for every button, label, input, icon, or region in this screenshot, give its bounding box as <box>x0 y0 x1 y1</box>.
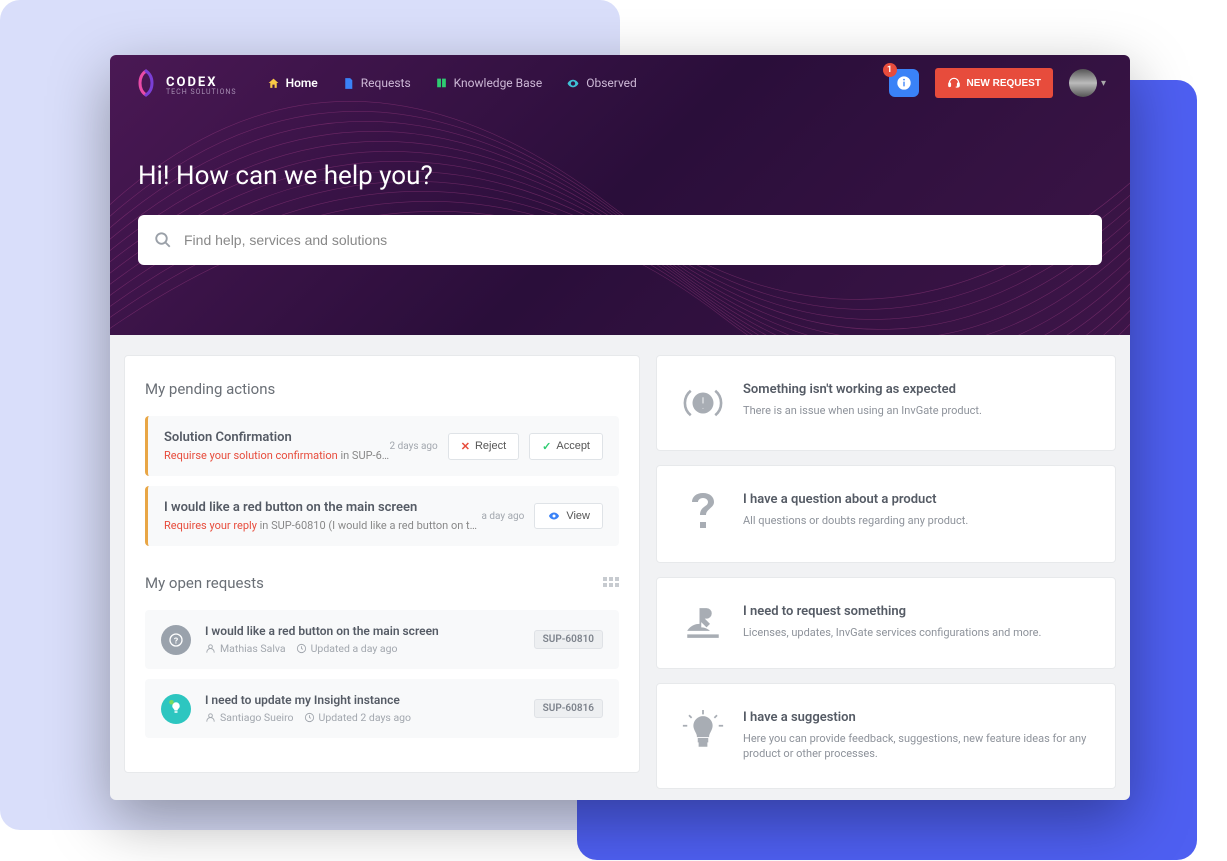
nav-kb-label: Knowledge Base <box>454 76 543 90</box>
home-icon <box>267 77 280 90</box>
action-subtitle: Requires your reply in SUP-60810 (I woul… <box>164 519 481 532</box>
app-window: CODEX TECH SOLUTIONS Home Requests Knowl… <box>110 55 1130 800</box>
request-icon <box>161 694 191 724</box>
right-column: Something isn't working as expected Ther… <box>656 355 1116 789</box>
open-requests-title: My open requests <box>145 574 619 592</box>
main-nav: Home Requests Knowledge Base Observed <box>267 76 637 90</box>
category-request[interactable]: I need to request something Licenses, up… <box>656 577 1116 669</box>
check-icon: ✓ <box>542 440 551 453</box>
left-column: My pending actions Solution Confirmation… <box>124 355 640 789</box>
nav-observed-label: Observed <box>586 76 637 90</box>
accept-label: Accept <box>556 440 590 452</box>
hero-title: Hi! How can we help you? <box>138 161 1102 191</box>
view-label: View <box>566 510 590 522</box>
my-actions-card: My pending actions Solution Confirmation… <box>124 355 640 773</box>
eye-icon <box>547 510 561 522</box>
action-title: I would like a red button on the main sc… <box>164 500 481 515</box>
hand-icon <box>681 604 725 642</box>
brand-logo[interactable]: CODEX TECH SOLUTIONS <box>134 69 237 97</box>
open-request-0[interactable]: ? I would like a red button on the main … <box>145 610 619 669</box>
user-icon <box>205 643 216 654</box>
nav-observed[interactable]: Observed <box>566 76 637 90</box>
category-desc: Licenses, updates, InvGate services conf… <box>743 625 1041 640</box>
user-icon <box>205 712 216 723</box>
info-icon <box>896 75 912 91</box>
nav-home[interactable]: Home <box>267 76 318 90</box>
action-time: a day ago <box>481 511 524 522</box>
search-input[interactable] <box>184 232 1086 248</box>
category-title: I need to request something <box>743 604 1041 619</box>
nav-kb[interactable]: Knowledge Base <box>435 76 543 90</box>
search-bar[interactable] <box>138 215 1102 265</box>
reject-button[interactable]: ✕ Reject <box>448 433 519 460</box>
action-time: 2 days ago <box>389 441 437 452</box>
category-title: Something isn't working as expected <box>743 382 982 397</box>
svg-text:?: ? <box>174 636 178 646</box>
bulb-icon <box>681 710 725 752</box>
alert-icon <box>681 382 725 424</box>
clock-icon <box>304 712 315 723</box>
user-menu[interactable]: ▾ <box>1069 69 1106 97</box>
category-title: I have a question about a product <box>743 492 968 507</box>
notifications-button[interactable]: 1 <box>889 69 919 97</box>
notification-badge: 1 <box>883 63 897 77</box>
request-meta: Santiago Sueiro Updated 2 days ago <box>205 711 520 724</box>
category-question[interactable]: I have a question about a product All qu… <box>656 465 1116 563</box>
request-id: SUP-60816 <box>534 699 603 718</box>
eye-icon <box>566 77 580 90</box>
nav-home-label: Home <box>286 76 318 90</box>
file-icon <box>342 77 355 90</box>
category-desc: There is an issue when using an InvGate … <box>743 403 982 418</box>
view-button[interactable]: View <box>534 503 603 529</box>
avatar <box>1069 69 1097 97</box>
request-title: I need to update my Insight instance <box>205 693 520 707</box>
x-icon: ✕ <box>461 440 470 453</box>
category-not-working[interactable]: Something isn't working as expected Ther… <box>656 355 1116 451</box>
headset-icon <box>947 76 961 90</box>
search-icon <box>154 231 172 249</box>
pending-action-0[interactable]: Solution Confirmation Requirse your solu… <box>145 416 619 476</box>
action-subtitle: Requirse your solution confirmation in S… <box>164 449 389 462</box>
topbar: CODEX TECH SOLUTIONS Home Requests Knowl… <box>110 55 1130 111</box>
main-content: My pending actions Solution Confirmation… <box>110 335 1130 800</box>
category-desc: Here you can provide feedback, suggestio… <box>743 731 1091 762</box>
question-icon <box>681 492 725 536</box>
reject-label: Reject <box>475 440 506 452</box>
nav-requests-label: Requests <box>361 76 411 90</box>
request-title: I would like a red button on the main sc… <box>205 624 520 638</box>
chevron-down-icon: ▾ <box>1101 78 1106 89</box>
request-id: SUP-60810 <box>534 630 603 649</box>
category-suggestion[interactable]: I have a suggestion Here you can provide… <box>656 683 1116 789</box>
brand-subtitle: TECH SOLUTIONS <box>166 88 237 96</box>
pending-title: My pending actions <box>145 380 619 398</box>
open-requests-label: My open requests <box>145 574 264 592</box>
action-title: Solution Confirmation <box>164 430 389 445</box>
new-request-label: NEW REQUEST <box>967 78 1041 89</box>
new-request-button[interactable]: NEW REQUEST <box>935 68 1053 98</box>
pending-action-1[interactable]: I would like a red button on the main sc… <box>145 486 619 546</box>
book-icon <box>435 77 448 90</box>
category-desc: All questions or doubts regarding any pr… <box>743 513 968 528</box>
request-meta: Mathias Salva Updated a day ago <box>205 642 520 655</box>
accept-button[interactable]: ✓ Accept <box>529 433 603 460</box>
request-icon: ? <box>161 625 191 655</box>
open-request-1[interactable]: I need to update my Insight instance San… <box>145 679 619 738</box>
grid-icon[interactable] <box>603 577 619 589</box>
logo-icon <box>134 69 158 97</box>
clock-icon <box>296 643 307 654</box>
hero-banner: CODEX TECH SOLUTIONS Home Requests Knowl… <box>110 55 1130 335</box>
nav-requests[interactable]: Requests <box>342 76 411 90</box>
category-title: I have a suggestion <box>743 710 1091 725</box>
topbar-right: 1 NEW REQUEST ▾ <box>889 68 1106 98</box>
